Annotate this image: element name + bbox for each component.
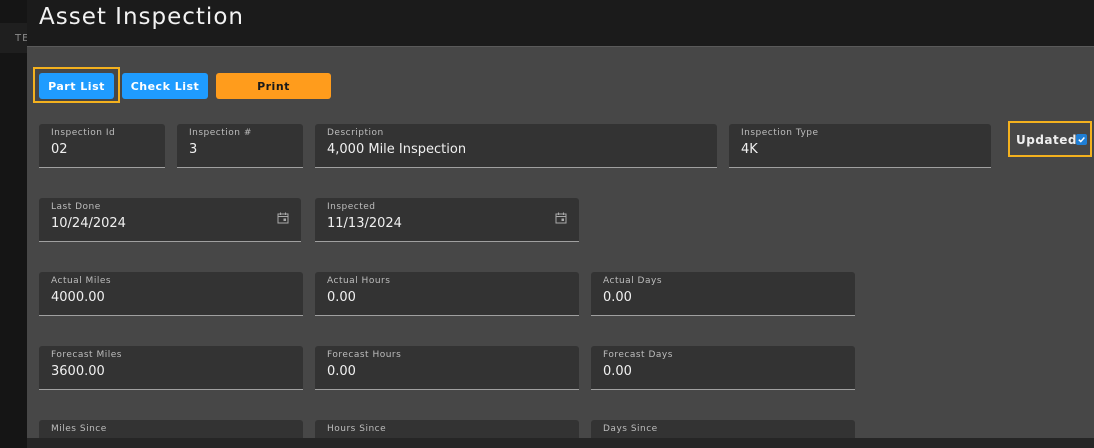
forecast-miles-value: 3600.00 [51, 364, 105, 379]
checkmark-icon [1078, 137, 1085, 143]
inspection-number-label: Inspection # [189, 128, 252, 138]
inspection-type-field[interactable]: Inspection Type 4K [729, 124, 991, 168]
last-done-value: 10/24/2024 [51, 216, 126, 231]
forecast-miles-label: Forecast Miles [51, 350, 122, 360]
inspection-number-value: 3 [189, 142, 198, 157]
actual-days-field[interactable]: Actual Days 0.00 [591, 272, 855, 316]
forecast-days-field[interactable]: Forecast Days 0.00 [591, 346, 855, 390]
inspected-value: 11/13/2024 [327, 216, 402, 231]
inspection-type-value: 4K [741, 142, 758, 157]
calendar-icon[interactable] [555, 212, 567, 224]
inspection-id-label: Inspection Id [51, 128, 116, 138]
actual-hours-field[interactable]: Actual Hours 0.00 [315, 272, 579, 316]
last-done-label: Last Done [51, 202, 101, 212]
forecast-days-value: 0.00 [603, 364, 632, 379]
inspected-label: Inspected [327, 202, 376, 212]
actual-days-label: Actual Days [603, 276, 663, 286]
inspected-field[interactable]: Inspected 11/13/2024 [315, 198, 579, 242]
description-field[interactable]: Description 4,000 Mile Inspection [315, 124, 717, 168]
actual-miles-value: 4000.00 [51, 290, 105, 305]
calendar-icon[interactable] [277, 212, 289, 224]
inspection-number-field[interactable]: Inspection # 3 [177, 124, 303, 168]
updated-label: Updated [1016, 133, 1077, 147]
inspection-id-field[interactable]: Inspection Id 02 [39, 124, 165, 168]
actual-days-value: 0.00 [603, 290, 632, 305]
description-label: Description [327, 128, 384, 138]
forecast-hours-field[interactable]: Forecast Hours 0.00 [315, 346, 579, 390]
dialog-bottom-edge [27, 438, 1094, 448]
forecast-miles-field[interactable]: Forecast Miles 3600.00 [39, 346, 303, 390]
description-value: 4,000 Mile Inspection [327, 142, 467, 157]
actual-hours-value: 0.00 [327, 290, 356, 305]
check-list-button[interactable]: Check List [122, 73, 208, 99]
inspection-type-label: Inspection Type [741, 128, 819, 138]
last-done-field[interactable]: Last Done 10/24/2024 [39, 198, 301, 242]
actual-hours-label: Actual Hours [327, 276, 391, 286]
print-button[interactable]: Print [216, 73, 331, 99]
dialog-title: Asset Inspection [39, 4, 244, 30]
miles-since-label: Miles Since [51, 424, 107, 434]
inspection-id-value: 02 [51, 142, 68, 157]
forecast-days-label: Forecast Days [603, 350, 673, 360]
forecast-hours-label: Forecast Hours [327, 350, 402, 360]
dialog-body: Part List Check List Print Inspection Id… [27, 46, 1094, 441]
hours-since-label: Hours Since [327, 424, 387, 434]
days-since-label: Days Since [603, 424, 658, 434]
part-list-button[interactable]: Part List [39, 73, 114, 99]
actual-miles-field[interactable]: Actual Miles 4000.00 [39, 272, 303, 316]
actual-miles-label: Actual Miles [51, 276, 112, 286]
updated-checkbox[interactable] [1076, 134, 1087, 145]
forecast-hours-value: 0.00 [327, 364, 356, 379]
